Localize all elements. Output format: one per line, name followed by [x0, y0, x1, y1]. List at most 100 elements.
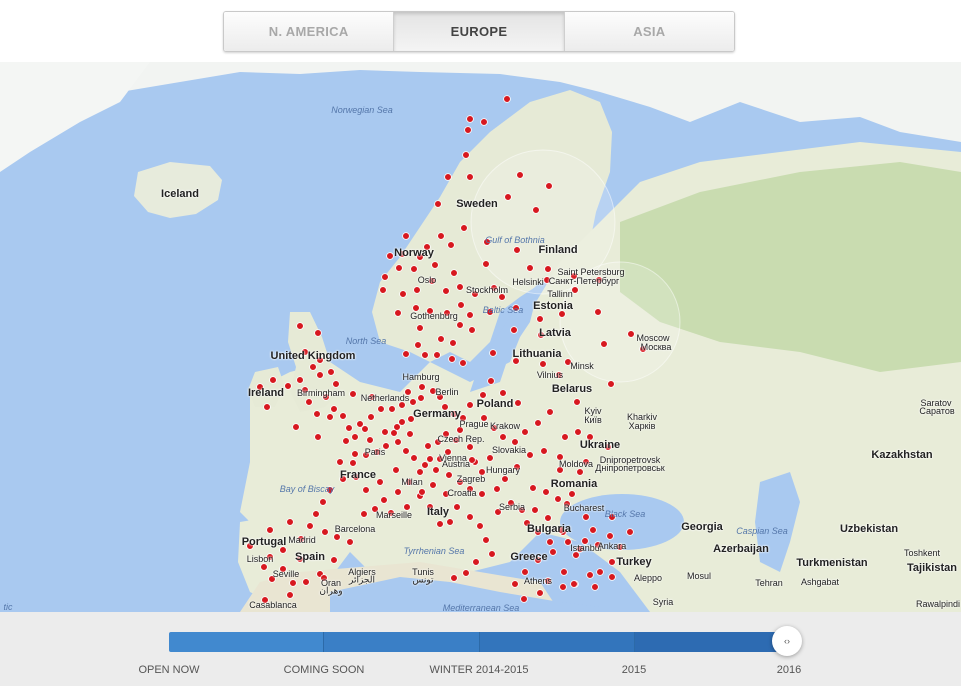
supercharger-marker[interactable]: [493, 485, 501, 493]
supercharger-marker[interactable]: [574, 428, 582, 436]
supercharger-marker[interactable]: [529, 484, 537, 492]
supercharger-marker[interactable]: [511, 580, 519, 588]
supercharger-marker[interactable]: [466, 173, 474, 181]
supercharger-marker[interactable]: [266, 526, 274, 534]
tab-europe[interactable]: EUROPE: [394, 12, 565, 51]
supercharger-marker[interactable]: [367, 413, 375, 421]
supercharger-marker[interactable]: [302, 578, 310, 586]
supercharger-marker[interactable]: [453, 503, 461, 511]
supercharger-marker[interactable]: [426, 455, 434, 463]
supercharger-marker[interactable]: [366, 436, 374, 444]
supercharger-marker[interactable]: [432, 466, 440, 474]
supercharger-marker[interactable]: [560, 568, 568, 576]
supercharger-marker[interactable]: [296, 322, 304, 330]
supercharger-marker[interactable]: [489, 349, 497, 357]
supercharger-marker[interactable]: [466, 513, 474, 521]
supercharger-marker[interactable]: [349, 459, 357, 467]
supercharger-marker[interactable]: [424, 442, 432, 450]
supercharger-marker[interactable]: [332, 380, 340, 388]
supercharger-marker[interactable]: [395, 264, 403, 272]
supercharger-marker[interactable]: [561, 433, 569, 441]
supercharger-marker[interactable]: [516, 171, 524, 179]
supercharger-marker[interactable]: [459, 359, 467, 367]
supercharger-marker[interactable]: [576, 468, 584, 476]
supercharger-marker[interactable]: [327, 368, 335, 376]
supercharger-marker[interactable]: [306, 522, 314, 530]
supercharger-marker[interactable]: [339, 412, 347, 420]
timeline-track[interactable]: [169, 632, 789, 652]
supercharger-marker[interactable]: [314, 329, 322, 337]
supercharger-marker[interactable]: [466, 115, 474, 123]
supercharger-marker[interactable]: [464, 126, 472, 134]
supercharger-marker[interactable]: [544, 514, 552, 522]
supercharger-marker[interactable]: [386, 252, 394, 260]
supercharger-marker[interactable]: [514, 399, 522, 407]
supercharger-marker[interactable]: [381, 273, 389, 281]
supercharger-marker[interactable]: [377, 405, 385, 413]
supercharger-marker[interactable]: [380, 496, 388, 504]
supercharger-marker[interactable]: [319, 498, 327, 506]
supercharger-marker[interactable]: [521, 428, 529, 436]
supercharger-marker[interactable]: [536, 315, 544, 323]
supercharger-marker[interactable]: [482, 536, 490, 544]
supercharger-marker[interactable]: [540, 447, 548, 455]
supercharger-marker[interactable]: [330, 405, 338, 413]
supercharger-marker[interactable]: [418, 488, 426, 496]
supercharger-marker[interactable]: [594, 308, 602, 316]
supercharger-marker[interactable]: [445, 471, 453, 479]
supercharger-marker[interactable]: [392, 466, 400, 474]
supercharger-marker[interactable]: [313, 410, 321, 418]
timeline-label-2015[interactable]: 2015: [622, 664, 646, 676]
supercharger-marker[interactable]: [466, 443, 474, 451]
supercharger-marker[interactable]: [607, 380, 615, 388]
supercharger-marker[interactable]: [526, 264, 534, 272]
supercharger-marker[interactable]: [448, 355, 456, 363]
supercharger-marker[interactable]: [549, 548, 557, 556]
supercharger-marker[interactable]: [626, 528, 634, 536]
supercharger-marker[interactable]: [456, 283, 464, 291]
timeline-label-winter[interactable]: WINTER 2014-2015: [429, 664, 528, 676]
supercharger-marker[interactable]: [421, 351, 429, 359]
supercharger-marker[interactable]: [462, 569, 470, 577]
supercharger-marker[interactable]: [472, 558, 480, 566]
supercharger-marker[interactable]: [436, 520, 444, 528]
supercharger-marker[interactable]: [356, 420, 364, 428]
supercharger-marker[interactable]: [292, 423, 300, 431]
supercharger-marker[interactable]: [600, 340, 608, 348]
supercharger-marker[interactable]: [284, 382, 292, 390]
supercharger-marker[interactable]: [429, 481, 437, 489]
supercharger-marker[interactable]: [450, 574, 458, 582]
timeline-segment-open-now[interactable]: [169, 632, 325, 652]
supercharger-marker[interactable]: [570, 580, 578, 588]
supercharger-marker[interactable]: [536, 589, 544, 597]
supercharger-marker[interactable]: [589, 526, 597, 534]
supercharger-marker[interactable]: [409, 398, 417, 406]
supercharger-marker[interactable]: [468, 326, 476, 334]
supercharger-marker[interactable]: [360, 510, 368, 518]
supercharger-marker[interactable]: [442, 287, 450, 295]
supercharger-marker[interactable]: [417, 394, 425, 402]
supercharger-marker[interactable]: [534, 419, 542, 427]
supercharger-marker[interactable]: [591, 583, 599, 591]
supercharger-marker[interactable]: [286, 518, 294, 526]
supercharger-marker[interactable]: [321, 528, 329, 536]
supercharger-marker[interactable]: [462, 151, 470, 159]
supercharger-marker[interactable]: [342, 437, 350, 445]
supercharger-marker[interactable]: [393, 423, 401, 431]
supercharger-marker[interactable]: [586, 571, 594, 579]
supercharger-marker[interactable]: [526, 451, 534, 459]
supercharger-marker[interactable]: [450, 269, 458, 277]
supercharger-marker[interactable]: [480, 118, 488, 126]
supercharger-marker[interactable]: [503, 95, 511, 103]
supercharger-marker[interactable]: [416, 468, 424, 476]
supercharger-marker[interactable]: [446, 518, 454, 526]
supercharger-marker[interactable]: [379, 286, 387, 294]
timeline-label-coming-soon[interactable]: COMING SOON: [284, 664, 365, 676]
supercharger-marker[interactable]: [606, 532, 614, 540]
timeline-handle[interactable]: ‹›: [772, 626, 802, 656]
supercharger-marker[interactable]: [296, 376, 304, 384]
supercharger-marker[interactable]: [346, 538, 354, 546]
supercharger-marker[interactable]: [402, 447, 410, 455]
supercharger-marker[interactable]: [568, 490, 576, 498]
supercharger-marker[interactable]: [510, 326, 518, 334]
